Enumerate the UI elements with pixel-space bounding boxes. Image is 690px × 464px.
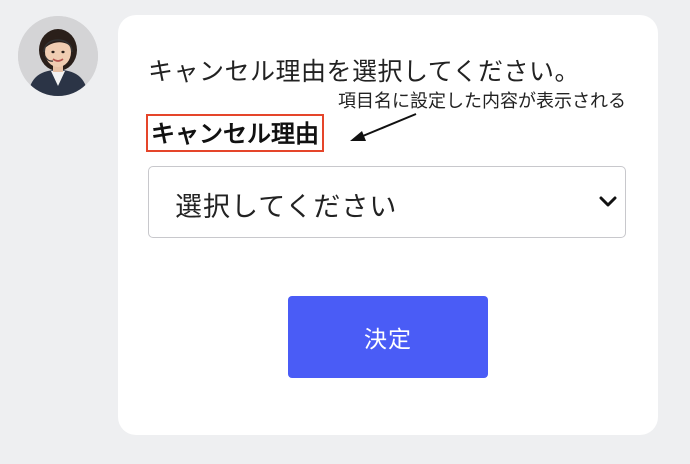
annotation-arrow-icon [350, 113, 417, 141]
prompt-text: キャンセル理由を選択してください。 [148, 57, 581, 86]
select-value: 選択してください [175, 192, 398, 223]
operator-avatar [18, 16, 98, 96]
submit-button[interactable]: 決定 [288, 296, 488, 378]
cancel-reason-select[interactable]: 選択してください [148, 166, 626, 238]
chat-screen: キャンセル理由を選択してください。 項目名に設定した内容が表示される キャンセル… [0, 0, 690, 464]
chevron-down-icon [599, 196, 617, 207]
field-label: キャンセル理由 [146, 114, 324, 152]
